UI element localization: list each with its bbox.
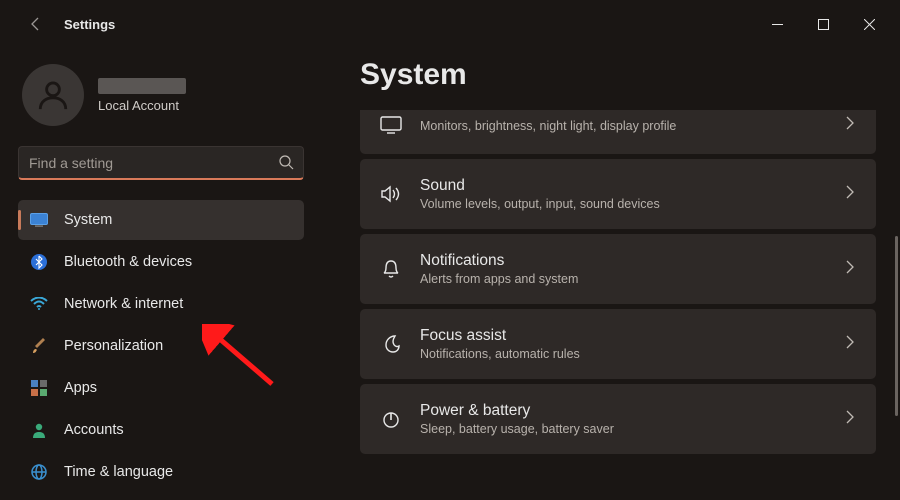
main-content: System Monitors, brightness, night light… [320, 48, 900, 500]
card-title: Power & battery [420, 402, 614, 420]
system-icon [30, 211, 48, 229]
chevron-right-icon [846, 260, 854, 279]
power-icon [378, 409, 404, 429]
bell-icon [378, 259, 404, 279]
sound-icon [378, 185, 404, 203]
scrollbar[interactable] [895, 236, 898, 416]
window-controls [754, 8, 892, 40]
card-sub: Sleep, battery usage, battery saver [420, 422, 614, 436]
sidebar-item-label: Time & language [64, 464, 173, 480]
back-button[interactable] [20, 8, 52, 40]
globe-icon [30, 463, 48, 481]
window-title: Settings [64, 17, 115, 32]
card-display[interactable]: Monitors, brightness, night light, displ… [360, 110, 876, 154]
user-block[interactable]: Local Account [18, 56, 304, 146]
account-icon [30, 421, 48, 439]
wifi-icon [30, 295, 48, 313]
card-focus-assist[interactable]: Focus assist Notifications, automatic ru… [360, 309, 876, 379]
brush-icon [30, 337, 48, 355]
sidebar: Local Account System Bluetooth & devic [0, 48, 320, 500]
close-icon [864, 19, 875, 30]
sidebar-item-system[interactable]: System [18, 200, 304, 240]
card-title: Focus assist [420, 327, 580, 345]
chevron-right-icon [846, 116, 854, 135]
sidebar-item-time-language[interactable]: Time & language [18, 452, 304, 492]
search-input[interactable] [18, 146, 304, 180]
card-sound[interactable]: Sound Volume levels, output, input, soun… [360, 159, 876, 229]
card-title: Sound [420, 177, 660, 195]
maximize-icon [818, 19, 829, 30]
chevron-right-icon [846, 335, 854, 354]
moon-icon [378, 334, 404, 354]
sidebar-item-network[interactable]: Network & internet [18, 284, 304, 324]
card-notifications[interactable]: Notifications Alerts from apps and syste… [360, 234, 876, 304]
user-icon [36, 78, 70, 112]
title-bar: Settings [0, 0, 900, 48]
account-type: Local Account [98, 98, 186, 113]
minimize-button[interactable] [754, 8, 800, 40]
avatar [22, 64, 84, 126]
page-title: System [360, 58, 882, 92]
search-icon [278, 154, 294, 175]
sidebar-item-label: Apps [64, 380, 97, 396]
minimize-icon [772, 19, 783, 30]
sidebar-item-label: Personalization [64, 338, 163, 354]
search-wrap [18, 146, 304, 180]
card-power-battery[interactable]: Power & battery Sleep, battery usage, ba… [360, 384, 876, 454]
arrow-left-icon [28, 16, 44, 32]
display-icon [378, 116, 404, 134]
sidebar-item-label: Bluetooth & devices [64, 254, 192, 270]
sidebar-item-accounts[interactable]: Accounts [18, 410, 304, 450]
maximize-button[interactable] [800, 8, 846, 40]
user-name-redacted [98, 78, 186, 94]
bluetooth-icon [30, 253, 48, 271]
nav-list: System Bluetooth & devices Network & int… [18, 200, 304, 492]
sidebar-item-personalization[interactable]: Personalization [18, 326, 304, 366]
sidebar-item-label: System [64, 212, 112, 228]
settings-card-list: Monitors, brightness, night light, displ… [360, 110, 882, 454]
chevron-right-icon [846, 410, 854, 429]
card-sub: Notifications, automatic rules [420, 347, 580, 361]
sidebar-item-bluetooth[interactable]: Bluetooth & devices [18, 242, 304, 282]
close-button[interactable] [846, 8, 892, 40]
sidebar-item-label: Accounts [64, 422, 124, 438]
apps-icon [30, 379, 48, 397]
card-sub: Alerts from apps and system [420, 272, 578, 286]
chevron-right-icon [846, 185, 854, 204]
card-sub: Volume levels, output, input, sound devi… [420, 197, 660, 211]
sidebar-item-apps[interactable]: Apps [18, 368, 304, 408]
sidebar-item-label: Network & internet [64, 296, 183, 312]
card-sub: Monitors, brightness, night light, displ… [420, 119, 676, 133]
card-title: Notifications [420, 252, 578, 270]
